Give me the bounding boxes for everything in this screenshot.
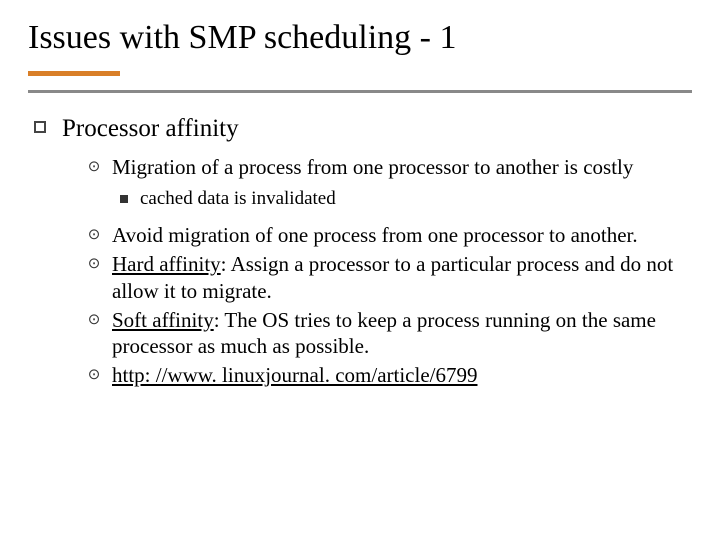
circled-dot-bullet-icon: ⊙	[84, 222, 104, 248]
reference-link[interactable]: http: //www. linuxjournal. com/article/6…	[112, 363, 478, 387]
lvl2-text: Hard affinity: Assign a processor to a p…	[112, 251, 692, 305]
circled-dot-bullet-icon: ⊙	[84, 307, 104, 333]
title-rule	[28, 71, 692, 93]
circled-dot-bullet-icon: ⊙	[84, 154, 104, 180]
square-filled-bullet-icon	[120, 195, 128, 203]
bullet-lvl2: ⊙ Avoid migration of one process from on…	[84, 222, 692, 249]
lvl2-group: ⊙ Migration of a process from one proces…	[84, 154, 692, 389]
rule-accent	[28, 71, 120, 76]
hard-affinity-label: Hard affinity	[112, 252, 221, 276]
lvl3-group: cached data is invalidated	[120, 187, 692, 212]
circled-dot-bullet-icon: ⊙	[84, 362, 104, 388]
bullet-lvl2: ⊙ Soft affinity: The OS tries to keep a …	[84, 307, 692, 361]
slide-title: Issues with SMP scheduling - 1	[28, 18, 692, 57]
bullet-lvl3: cached data is invalidated	[120, 187, 692, 212]
lvl1-text: Processor affinity	[62, 113, 239, 144]
rule-line	[28, 90, 692, 93]
soft-affinity-label: Soft affinity	[112, 308, 214, 332]
lvl3-text: cached data is invalidated	[140, 187, 336, 212]
circled-dot-bullet-icon: ⊙	[84, 251, 104, 277]
lvl2-text: http: //www. linuxjournal. com/article/6…	[112, 362, 478, 389]
lvl2-text: Migration of a process from one processo…	[112, 154, 633, 181]
bullet-lvl2: ⊙ Hard affinity: Assign a processor to a…	[84, 251, 692, 305]
bullet-lvl1: Processor affinity	[34, 113, 692, 144]
bullet-lvl2: ⊙ Migration of a process from one proces…	[84, 154, 692, 181]
lvl2-text: Soft affinity: The OS tries to keep a pr…	[112, 307, 692, 361]
square-open-bullet-icon	[34, 121, 46, 133]
lvl2-text: Avoid migration of one process from one …	[112, 222, 638, 249]
bullet-lvl2: ⊙ http: //www. linuxjournal. com/article…	[84, 362, 692, 389]
